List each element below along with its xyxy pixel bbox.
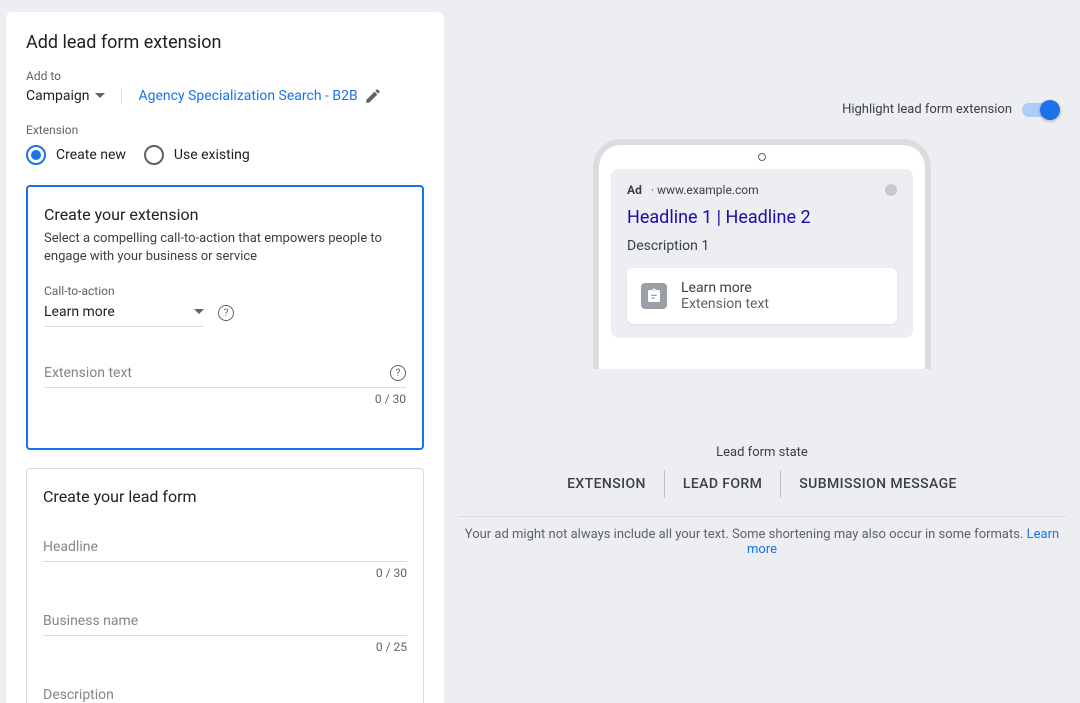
radio-create-new[interactable]: Create new	[26, 145, 126, 165]
radio-use-existing[interactable]: Use existing	[144, 145, 250, 165]
ad-badge: Ad	[627, 183, 642, 197]
help-icon[interactable]: ?	[218, 305, 234, 321]
addto-scope-value: Campaign	[26, 88, 89, 104]
cta-value: Learn more	[44, 304, 115, 320]
ad-dot: ·	[651, 183, 654, 197]
left-panel: Add lead form extension Add to Campaign …	[6, 12, 444, 703]
extension-text-placeholder: Extension text	[44, 365, 132, 381]
chevron-down-icon	[194, 309, 204, 315]
ad-url: www.example.com	[657, 183, 759, 197]
business-name-placeholder: Business name	[43, 613, 138, 629]
card-title: Create your lead form	[43, 487, 407, 506]
disclaimer: Your ad might not always include all you…	[458, 516, 1066, 557]
description-field[interactable]: Description 0 / 200	[43, 678, 407, 703]
chevron-down-icon	[95, 93, 105, 99]
ad-headline: Headline 1 | Headline 2	[627, 207, 897, 228]
help-icon[interactable]: ?	[390, 365, 406, 381]
create-extension-card: Create your extension Select a compellin…	[26, 185, 424, 450]
highlight-label: Highlight lead form extension	[842, 102, 1012, 117]
addto-scope-select[interactable]: Campaign	[26, 88, 122, 104]
leadform-state-tabs: EXTENSION LEAD FORM SUBMISSION MESSAGE	[458, 470, 1066, 498]
headline-counter: 0 / 30	[43, 566, 407, 580]
phone-preview: Ad · www.example.com Headline 1 | Headli…	[458, 139, 1066, 369]
addto-row: Campaign Agency Specialization Search - …	[6, 87, 444, 123]
highlight-toggle[interactable]	[1022, 103, 1058, 117]
description-placeholder: Description	[43, 687, 114, 703]
phone-frame: Ad · www.example.com Headline 1 | Headli…	[593, 139, 931, 369]
info-icon	[885, 184, 897, 196]
highlight-row: Highlight lead form extension	[458, 12, 1066, 117]
cta-label: Call-to-action	[44, 284, 204, 298]
campaign-name-link[interactable]: Agency Specialization Search - B2B	[138, 88, 357, 104]
pencil-icon[interactable]	[364, 87, 382, 105]
addto-label: Add to	[6, 69, 444, 87]
leadform-state-label: Lead form state	[458, 445, 1066, 460]
business-name-counter: 0 / 25	[43, 640, 407, 654]
extension-text-counter: 0 / 30	[44, 392, 406, 406]
clipboard-icon	[641, 283, 667, 309]
tab-lead-form[interactable]: LEAD FORM	[665, 470, 781, 498]
tab-extension[interactable]: EXTENSION	[549, 470, 665, 498]
cta-field[interactable]: Call-to-action Learn more	[44, 284, 204, 327]
tab-submission-message[interactable]: SUBMISSION MESSAGE	[781, 470, 975, 498]
ad-preview-card: Ad · www.example.com Headline 1 | Headli…	[611, 169, 913, 338]
create-leadform-card: Create your lead form Headline 0 / 30 Bu…	[26, 468, 424, 703]
toggle-knob	[1040, 100, 1060, 120]
headline-field[interactable]: Headline 0 / 30	[43, 530, 407, 580]
right-panel: Highlight lead form extension Ad · www.e…	[444, 12, 1080, 703]
extension-label: Extension	[6, 123, 444, 145]
extension-subtitle: Extension text	[681, 296, 769, 312]
ad-extension-box: Learn more Extension text	[627, 268, 897, 324]
business-name-field[interactable]: Business name 0 / 25	[43, 604, 407, 654]
disclaimer-text: Your ad might not always include all you…	[465, 527, 1024, 542]
ad-description: Description 1	[627, 238, 897, 254]
radio-label: Use existing	[174, 147, 250, 163]
extension-radio-group: Create new Use existing	[6, 145, 444, 185]
page-title: Add lead form extension	[6, 32, 444, 69]
headline-placeholder: Headline	[43, 539, 98, 555]
radio-label: Create new	[56, 147, 126, 163]
radio-icon	[144, 145, 164, 165]
extension-title: Learn more	[681, 280, 769, 296]
extension-text-field[interactable]: Extension text ? 0 / 30	[44, 359, 406, 406]
radio-icon	[26, 145, 46, 165]
card-title: Create your extension	[44, 205, 406, 224]
phone-camera-icon	[758, 153, 766, 161]
card-description: Select a compelling call-to-action that …	[44, 230, 406, 266]
